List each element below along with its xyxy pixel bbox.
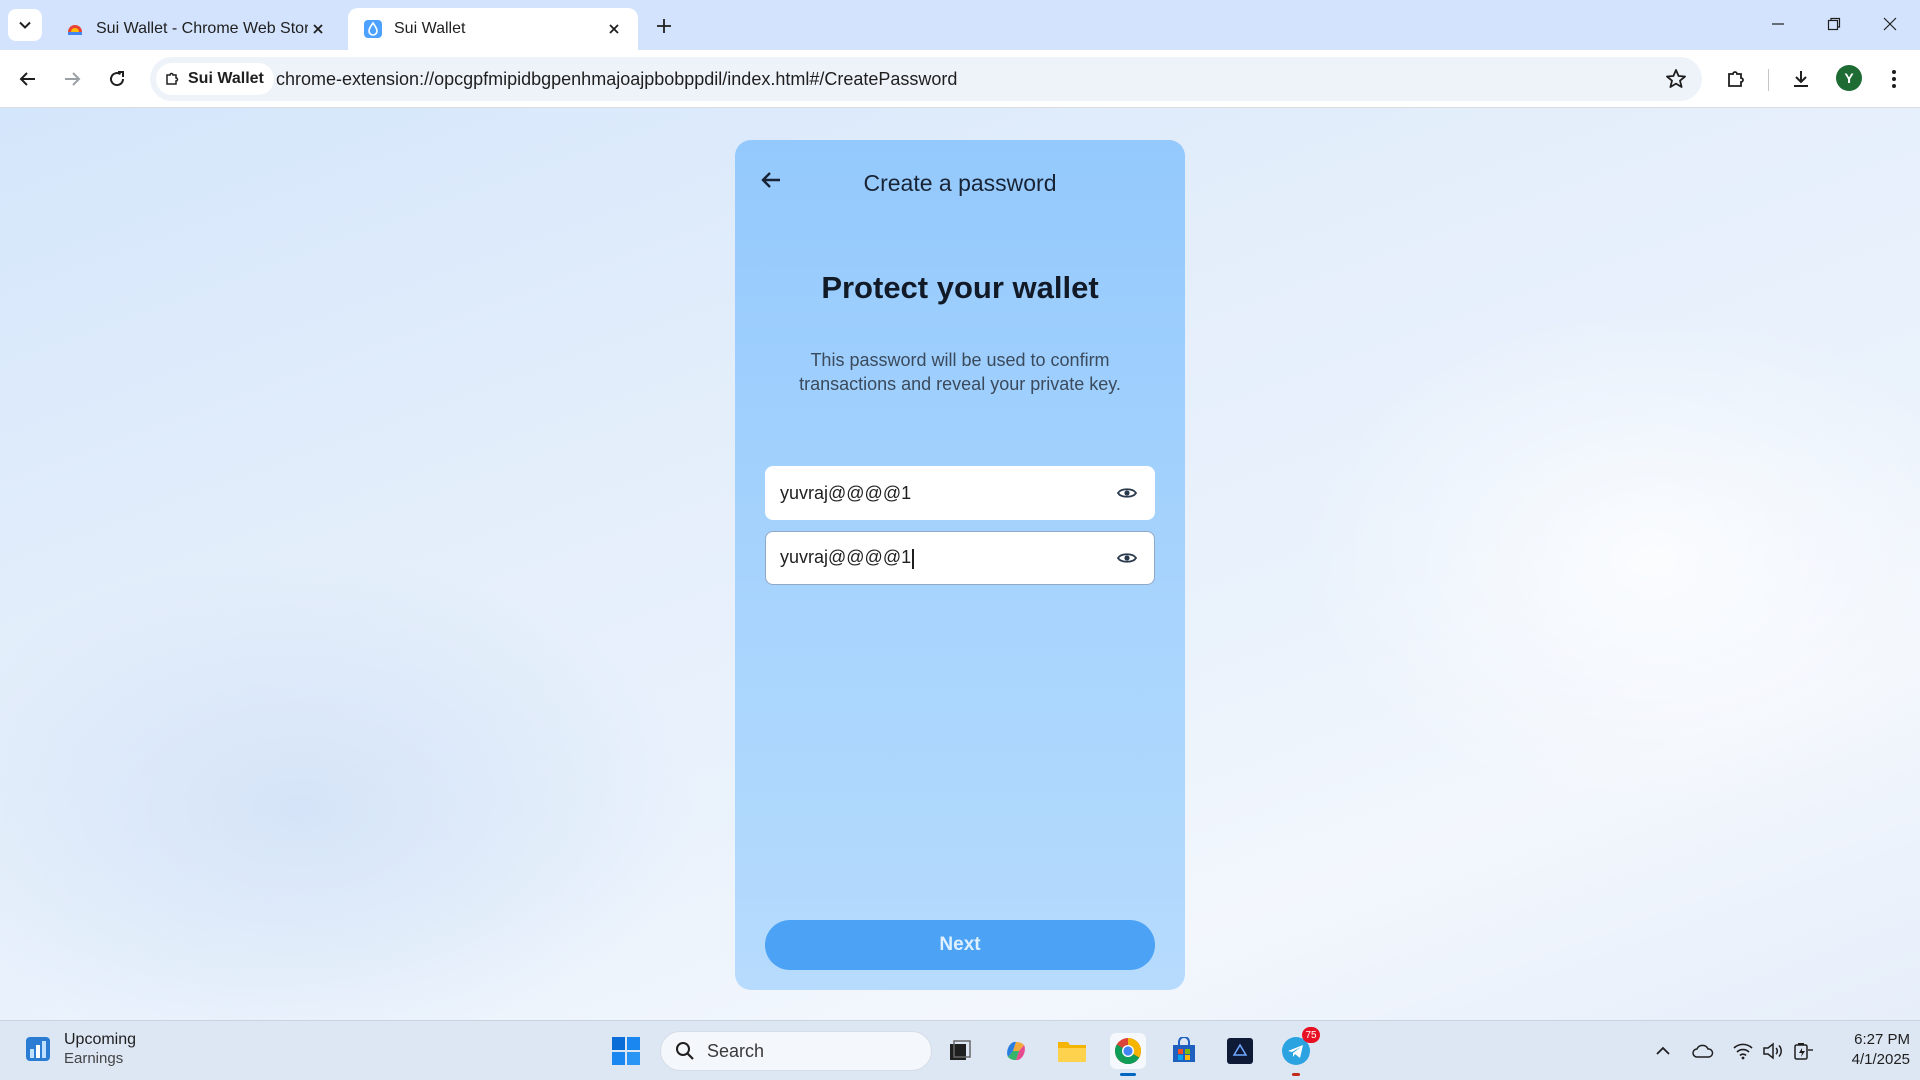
attention-indicator xyxy=(1292,1073,1300,1076)
close-icon xyxy=(1883,17,1897,31)
forward-button[interactable] xyxy=(56,63,88,95)
widgets-button[interactable]: Upcoming Earnings xyxy=(24,1031,136,1067)
headline: Protect your wallet xyxy=(821,270,1099,305)
page-title: Create a password xyxy=(863,170,1057,196)
search-placeholder: Search xyxy=(707,1040,765,1061)
extension-puzzle-icon xyxy=(166,72,179,85)
profile-avatar[interactable]: Y xyxy=(1836,65,1862,91)
search-icon xyxy=(676,1042,694,1060)
text-caret xyxy=(912,548,914,569)
cloud-icon xyxy=(1692,1044,1714,1058)
clock[interactable]: 6:27 PM 4/1/2025 xyxy=(1830,1030,1910,1070)
puzzle-icon xyxy=(1728,71,1744,87)
dark-app-icon xyxy=(1227,1038,1253,1064)
confirm-password-value: yuvraj@@@@1 xyxy=(780,547,912,568)
widget-subtitle: Earnings xyxy=(64,1050,124,1067)
app-button[interactable] xyxy=(1222,1033,1258,1069)
battery-charging-icon xyxy=(1794,1043,1813,1060)
clock-time: 6:27 PM xyxy=(1854,1031,1910,1048)
back-button[interactable] xyxy=(12,63,44,95)
copilot-button[interactable] xyxy=(998,1033,1034,1069)
new-tab-button[interactable] xyxy=(650,12,678,40)
site-info-chip[interactable]: Sui Wallet xyxy=(156,63,274,95)
kebab-menu-icon xyxy=(1892,70,1896,88)
task-view-button[interactable] xyxy=(942,1033,978,1069)
sui-logo-icon xyxy=(364,20,382,38)
task-view-icon xyxy=(950,1040,971,1060)
bookmark-star-icon[interactable] xyxy=(1664,67,1688,91)
folder-icon xyxy=(1058,1042,1086,1062)
chrome-web-store-icon xyxy=(68,25,82,35)
url-text: chrome-extension://opcgpfmipidbgpenhmajo… xyxy=(276,69,958,89)
menu-button[interactable] xyxy=(1878,63,1910,95)
close-tab-icon[interactable] xyxy=(604,19,624,39)
onedrive-button[interactable] xyxy=(1691,1039,1715,1063)
start-button[interactable] xyxy=(608,1033,644,1069)
description-text: This password will be used to confirm tr… xyxy=(799,350,1121,394)
browser-toolbar: Sui Wallet chrome-extension://opcgpfmipi… xyxy=(0,50,1920,108)
chrome-taskbar-button[interactable] xyxy=(1110,1033,1146,1076)
password-value: yuvraj@@@@1 xyxy=(780,482,912,503)
wifi-button[interactable] xyxy=(1731,1039,1755,1063)
restore-button[interactable] xyxy=(1814,8,1854,40)
telegram-button[interactable]: 75 xyxy=(1278,1027,1320,1076)
download-icon xyxy=(1794,71,1808,87)
close-window-button[interactable] xyxy=(1870,8,1910,40)
eye-icon[interactable] xyxy=(1114,545,1140,571)
browser-tab-bar: Sui Wallet - Chrome Web Store Sui Wallet xyxy=(0,0,1920,50)
tab-title: Sui Wallet xyxy=(394,20,466,37)
notification-badge: 75 xyxy=(1302,1027,1320,1043)
eye-icon[interactable] xyxy=(1114,480,1140,506)
background-glow xyxy=(0,558,700,1020)
clock-date: 4/1/2025 xyxy=(1851,1051,1910,1068)
windows-taskbar: Upcoming Earnings Search 75 6:27 PM 4/1/… xyxy=(0,1020,1920,1080)
widget-title: Upcoming xyxy=(64,1031,137,1048)
tab-search-button[interactable] xyxy=(8,9,42,41)
arrow-right-icon xyxy=(65,72,81,86)
chevron-up-icon xyxy=(1656,1046,1670,1055)
chevron-down-icon xyxy=(19,21,31,29)
plus-icon xyxy=(657,19,671,33)
password-field[interactable]: yuvraj@@@@1 xyxy=(765,466,1155,520)
arrow-left-icon xyxy=(19,72,35,86)
site-chip-label: Sui Wallet xyxy=(188,70,264,87)
windows-logo-icon xyxy=(612,1037,640,1065)
store-icon xyxy=(1173,1037,1195,1062)
tab-title: Sui Wallet - Chrome Web Store xyxy=(96,20,308,37)
create-password-card: Create a password Protect your wallet Th… xyxy=(735,140,1185,990)
minimize-icon xyxy=(1772,23,1784,25)
chrome-icon xyxy=(1114,1037,1142,1065)
wifi-icon xyxy=(1733,1043,1753,1060)
background-glow xyxy=(1300,308,1920,808)
active-indicator xyxy=(1120,1073,1136,1076)
confirm-password-field[interactable]: yuvraj@@@@1 xyxy=(765,531,1155,585)
copilot-icon xyxy=(1007,1041,1025,1061)
reload-icon xyxy=(110,71,125,87)
minimize-button[interactable] xyxy=(1758,8,1798,40)
reload-button[interactable] xyxy=(101,63,133,95)
file-explorer-button[interactable] xyxy=(1054,1033,1090,1069)
tab-chrome-web-store[interactable]: Sui Wallet - Chrome Web Store xyxy=(50,8,342,50)
store-button[interactable] xyxy=(1166,1033,1202,1069)
extension-page: Create a password Protect your wallet Th… xyxy=(0,108,1920,1020)
address-bar[interactable]: Sui Wallet chrome-extension://opcgpfmipi… xyxy=(150,57,1702,101)
close-tab-icon[interactable] xyxy=(308,19,328,39)
volume-button[interactable] xyxy=(1761,1039,1785,1063)
tab-sui-wallet[interactable]: Sui Wallet xyxy=(348,8,638,50)
battery-button[interactable] xyxy=(1791,1039,1815,1063)
show-hidden-icons-button[interactable] xyxy=(1651,1039,1675,1063)
downloads-button[interactable] xyxy=(1785,63,1817,95)
speaker-icon xyxy=(1763,1042,1782,1060)
confirm-password-wrapper: yuvraj@@@@1 xyxy=(780,547,1114,569)
extensions-button[interactable] xyxy=(1720,63,1752,95)
taskbar-search[interactable]: Search xyxy=(660,1031,932,1071)
stocks-chart-icon xyxy=(26,1037,50,1061)
toolbar-divider xyxy=(1768,69,1769,91)
restore-icon xyxy=(1827,17,1841,31)
next-button[interactable]: Next xyxy=(765,920,1155,970)
